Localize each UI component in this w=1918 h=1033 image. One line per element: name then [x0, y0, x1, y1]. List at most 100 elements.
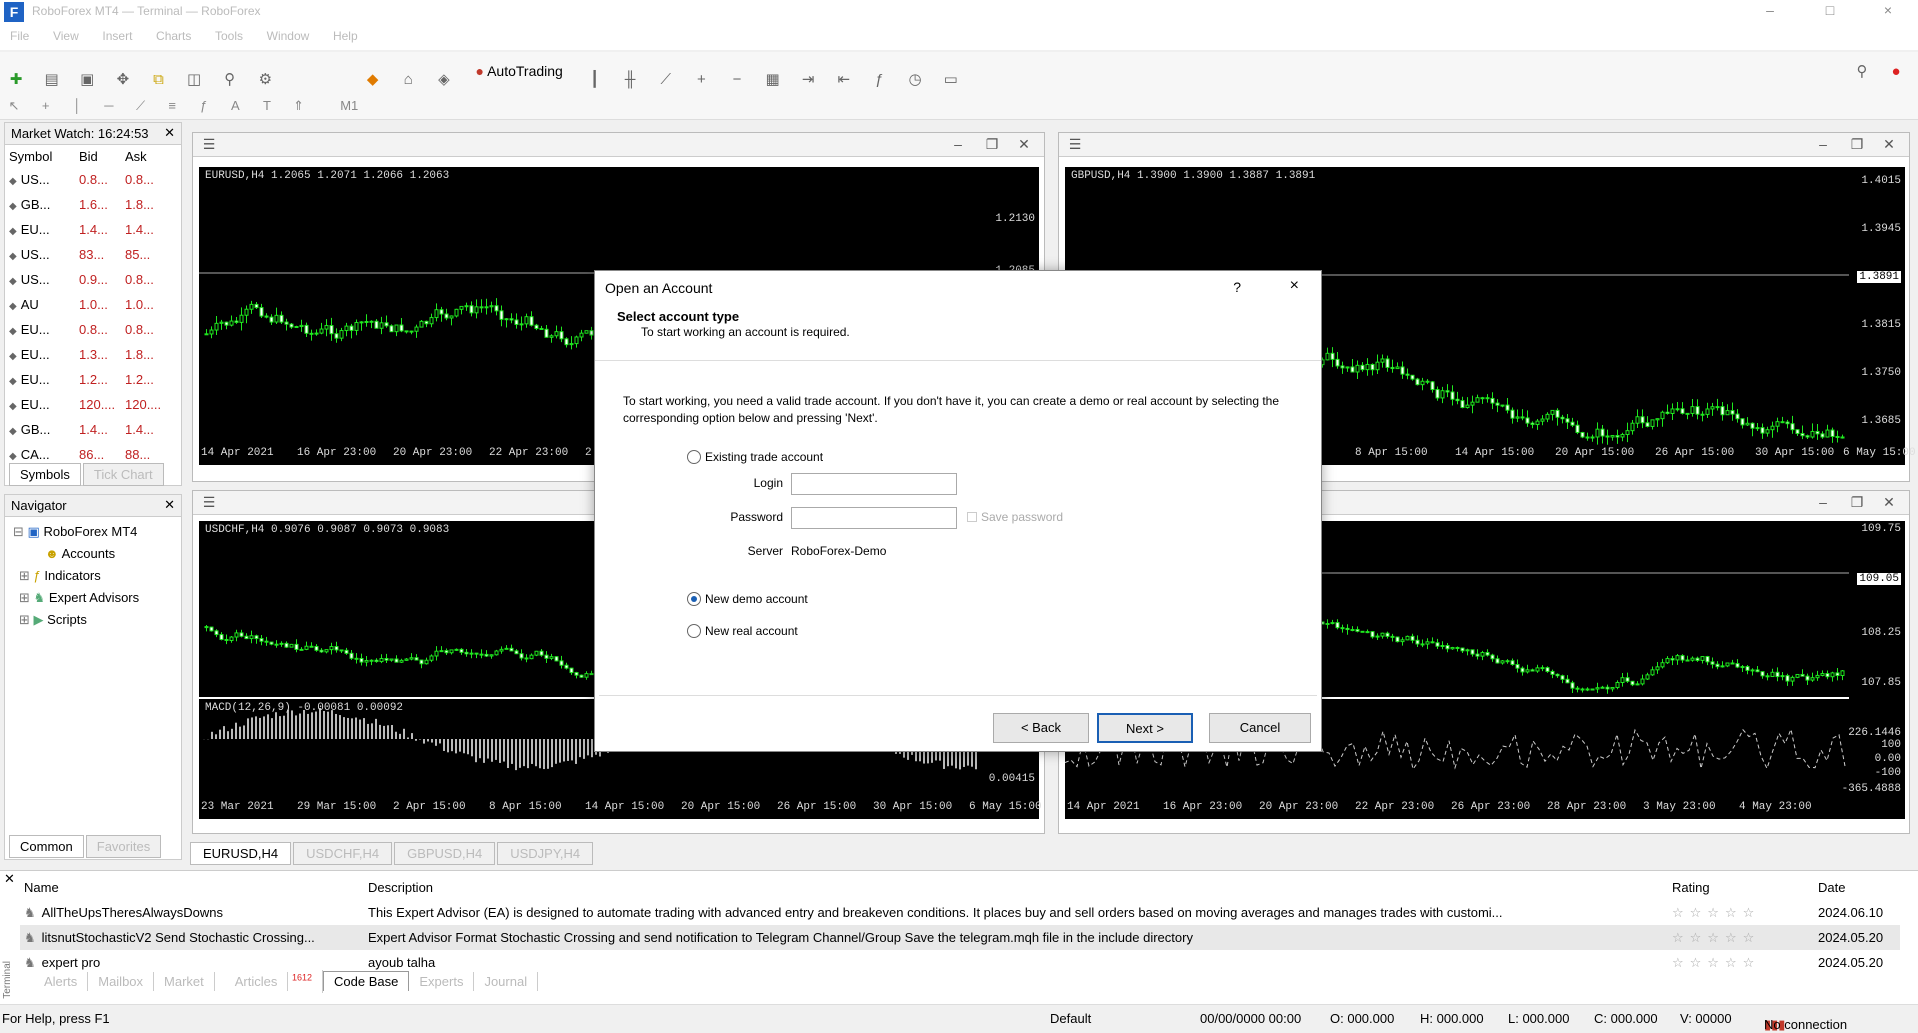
tree-expand-icon[interactable]: ⊞ [19, 568, 30, 583]
column-description[interactable]: Description [364, 875, 1668, 900]
trendline-icon[interactable]: ⟋ [130, 96, 152, 116]
minimize-icon[interactable]: – [1809, 494, 1837, 510]
navigator-toggle-icon[interactable]: ✥ [111, 68, 135, 92]
new-order-icon[interactable]: ⚙ [253, 68, 277, 92]
dialog-close-button[interactable]: × [1290, 277, 1299, 295]
chart-shift-icon[interactable]: ⇤ [832, 68, 856, 92]
close-icon[interactable]: ✕ [164, 125, 175, 141]
navigator-root[interactable]: ⊟ ▣ RoboForex MT4 [5, 521, 181, 543]
next-button[interactable]: Next > [1097, 713, 1193, 743]
help-button[interactable]: ? [1233, 279, 1241, 295]
column-bid[interactable]: Bid [75, 145, 121, 167]
periods-icon[interactable]: ◷ [903, 68, 927, 92]
existing-account-radio[interactable] [687, 450, 701, 464]
candlestick-icon[interactable]: ╫ [618, 68, 642, 92]
close-icon[interactable]: ✕ [4, 871, 15, 887]
tab-symbols[interactable]: Symbols [9, 463, 81, 486]
restore-icon[interactable]: ❐ [978, 136, 1006, 153]
table-row[interactable]: ♞AllTheUpsTheresAlwaysDownsThis Expert A… [20, 900, 1900, 925]
tab-alerts[interactable]: Alerts [34, 972, 88, 991]
server-value[interactable]: RoboForex-Demo [791, 543, 886, 560]
tree-collapse-icon[interactable]: ⊟ [13, 524, 24, 539]
column-date[interactable]: Date [1814, 875, 1900, 900]
close-icon[interactable]: ✕ [1010, 136, 1038, 153]
status-profile[interactable]: Default [1050, 1011, 1091, 1026]
horizontal-line-icon[interactable]: ─ [98, 96, 120, 116]
market-watch-row[interactable]: ◆EU...1.3...1.8... [5, 342, 167, 367]
market-watch-toggle-icon[interactable]: ▣ [75, 68, 99, 92]
close-icon[interactable]: ✕ [164, 497, 175, 513]
chart-tab-usdjpy[interactable]: USDJPY,H4 [497, 842, 593, 865]
menu-file[interactable]: File [0, 24, 39, 48]
autoscroll-icon[interactable]: ⇥ [796, 68, 820, 92]
menu-charts[interactable]: Charts [146, 24, 201, 48]
close-icon[interactable]: ✕ [1875, 136, 1903, 153]
table-row[interactable]: ♞litsnutStochasticV2 Send Stochastic Cro… [20, 925, 1900, 950]
login-field[interactable] [791, 473, 957, 495]
chart-menu-icon[interactable]: ☰ [1061, 136, 1089, 153]
existing-account-option[interactable]: Existing trade account [687, 449, 823, 466]
indicators-menu-icon[interactable]: ƒ [867, 68, 891, 92]
navigator-item-expert-advisors[interactable]: ⊞ ♞ Expert Advisors [5, 587, 181, 609]
navigator-item-scripts[interactable]: ⊞ ▶ Scripts [5, 609, 181, 631]
menu-window[interactable]: Window [257, 24, 320, 48]
line-chart-icon[interactable]: ⟋ [654, 68, 678, 92]
tile-windows-icon[interactable]: ▦ [761, 68, 785, 92]
column-ask[interactable]: Ask [121, 145, 167, 167]
save-password-checkbox[interactable] [967, 512, 977, 522]
menu-view[interactable]: View [43, 24, 89, 48]
column-name[interactable]: Name [20, 875, 364, 900]
market-icon[interactable]: ⌂ [396, 68, 420, 92]
label-icon[interactable]: T [256, 96, 278, 116]
market-watch-row[interactable]: ◆US...0.9...0.8... [5, 267, 167, 292]
chart-tab-eurusd[interactable]: EURUSD,H4 [190, 842, 291, 865]
zoom-in-icon[interactable]: + [689, 68, 713, 92]
cancel-button[interactable]: Cancel [1209, 713, 1311, 743]
market-watch-row[interactable]: ◆EU...1.4...1.4... [5, 217, 167, 242]
arrows-icon[interactable]: ⇑ [288, 96, 310, 116]
tab-tick-chart[interactable]: Tick Chart [83, 463, 164, 486]
notification-icon[interactable]: ● [1884, 60, 1908, 84]
new-demo-option[interactable]: New demo account [687, 591, 808, 608]
column-symbol[interactable]: Symbol [5, 145, 75, 167]
terminal-toggle-icon[interactable]: ◫ [182, 68, 206, 92]
maximize-button[interactable]: □ [1810, 2, 1850, 22]
tab-common[interactable]: Common [9, 835, 84, 858]
close-window-button[interactable]: × [1868, 2, 1908, 22]
tree-expand-icon[interactable]: ⊞ [19, 590, 30, 605]
signals-icon[interactable]: ◈ [432, 68, 456, 92]
chart-tab-gbpusd[interactable]: GBPUSD,H4 [394, 842, 495, 865]
tree-expand-icon[interactable]: ⊞ [19, 612, 30, 627]
market-watch-row[interactable]: ◆EU...0.8...0.8... [5, 317, 167, 342]
new-real-option[interactable]: New real account [687, 623, 798, 640]
new-chart-icon[interactable]: ✚ [4, 68, 28, 92]
crosshair-icon[interactable]: + [35, 96, 57, 116]
navigator-item-accounts[interactable]: ☻ Accounts [5, 543, 181, 565]
back-button[interactable]: < Back [993, 713, 1089, 743]
text-icon[interactable]: A [224, 96, 246, 116]
templates-icon[interactable]: ▭ [939, 68, 963, 92]
new-real-radio[interactable] [687, 624, 701, 638]
tab-code-base[interactable]: Code Base [323, 971, 409, 991]
tab-journal[interactable]: Journal [474, 972, 538, 991]
channel-icon[interactable]: ≡ [161, 96, 183, 116]
menu-tools[interactable]: Tools [205, 24, 253, 48]
column-rating[interactable]: Rating [1668, 875, 1814, 900]
profiles-icon[interactable]: ▤ [40, 68, 64, 92]
market-watch-row[interactable]: ◆US...0.8...0.8... [5, 167, 167, 192]
navigator-item-indicators[interactable]: ⊞ ƒ Indicators [5, 565, 181, 587]
timeframe-m1[interactable]: M1 [319, 96, 379, 116]
bar-chart-icon[interactable]: ┃ [582, 68, 606, 92]
minimize-icon[interactable]: – [1809, 136, 1837, 152]
market-watch-row[interactable]: ◆AU1.0...1.0... [5, 292, 167, 317]
strategy-tester-icon[interactable]: ⚲ [218, 68, 242, 92]
tab-mailbox[interactable]: Mailbox [88, 972, 154, 991]
chart-menu-icon[interactable]: ☰ [195, 494, 223, 511]
market-watch-row[interactable]: ◆US...83...85... [5, 242, 167, 267]
data-window-icon[interactable]: ⧉ [147, 68, 171, 92]
chart-tab-usdchf[interactable]: USDCHF,H4 [293, 842, 392, 865]
metaeditor-icon[interactable]: ◆ [361, 68, 385, 92]
password-field[interactable] [791, 507, 957, 529]
tab-experts[interactable]: Experts [409, 972, 474, 991]
vertical-line-icon[interactable]: │ [66, 96, 88, 116]
